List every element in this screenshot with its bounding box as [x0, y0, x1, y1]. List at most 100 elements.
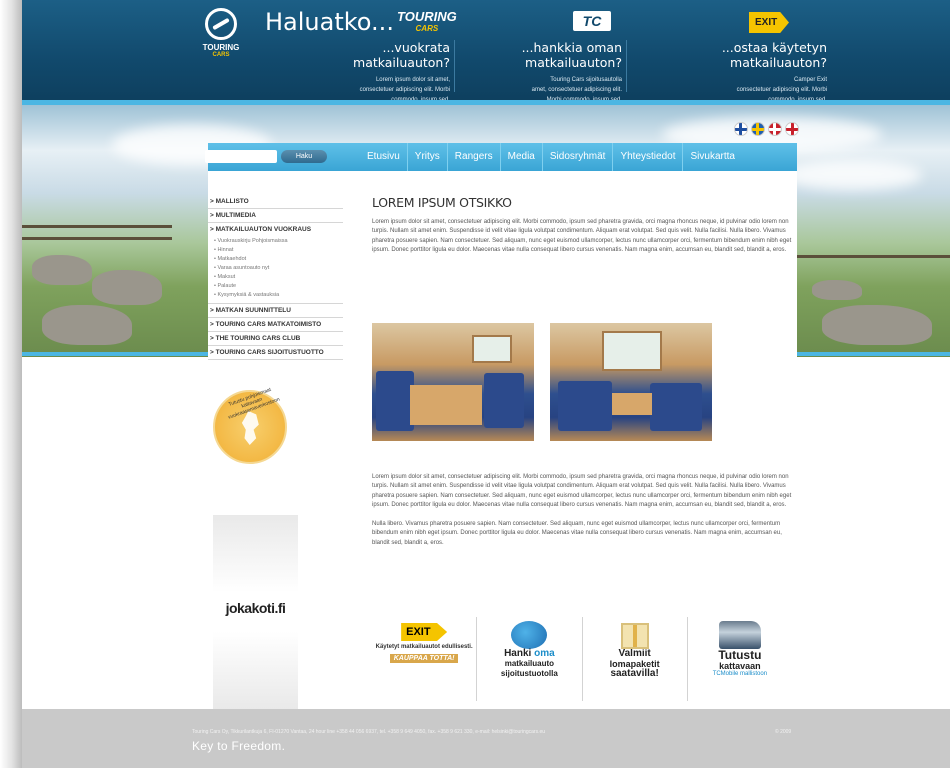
search-button[interactable]: Haku [281, 150, 327, 163]
nav-sivukartta[interactable]: Sivukartta [683, 143, 741, 171]
touring-cars-logo[interactable]: TOURING CARS [194, 8, 248, 60]
photo-gallery [372, 323, 712, 441]
promo-lineup[interactable]: Tutustu kattavaan TCMobile mallistoon [688, 617, 792, 701]
submenu-item[interactable]: • Varaa asuntoauto nyt [214, 264, 343, 273]
brand-small-sub: CARS [415, 24, 439, 33]
submenu-item[interactable]: • Vuokrauskirju Pohjoismaissa [214, 237, 343, 246]
footer: Touring Cars Oy, Tikkurilantkuja 6, FI-0… [22, 709, 950, 768]
promo-investment[interactable]: Hanki oma matkailuauto sijoitustuotolla [477, 617, 583, 701]
submenu-item[interactable]: • Hinnat [214, 246, 343, 255]
swedish-flag-icon[interactable] [751, 122, 765, 136]
promo-title-line: Tutustu [718, 648, 762, 662]
promo-title: Hanki oma [477, 649, 581, 659]
rock [822, 305, 932, 345]
promo-title-accent: oma [534, 648, 555, 659]
rent-column[interactable]: ...vuokrata matkailuauton? Lorem ipsum d… [282, 40, 450, 105]
promo-strip: EXIT Käytetyt matkailuautot edullisesti.… [372, 617, 792, 701]
rent-title: ...vuokrata matkailuauton? [353, 40, 450, 70]
nav-sidosryhmat[interactable]: Sidosryhmät [543, 143, 614, 171]
promo-title-line: Valmiit [618, 648, 651, 659]
sidebar-item-matkatoimisto[interactable]: > TOURING CARS MATKATOIMISTO [208, 318, 343, 332]
header-divider [626, 40, 627, 92]
brand-small-text: TOURING [397, 9, 457, 24]
promo-title-text: Hanki [504, 648, 532, 659]
footer-address: Touring Cars Oy, Tikkurilantkuja 6, FI-0… [192, 729, 546, 735]
photo-seat [650, 383, 702, 431]
fence [22, 237, 172, 240]
promo-packages[interactable]: Valmiit lomapaketit saatavilla! [583, 617, 688, 701]
buy-used-text-line: consectetuer adipiscing elit. Morbi [736, 87, 827, 93]
photo-seat [558, 381, 612, 431]
article-paragraph: Lorem ipsum dolor sit amet, consectetuer… [372, 474, 792, 508]
buy-used-title: ...ostaa käytetyn matkailuauton? [721, 40, 827, 70]
tc-mobile-logo[interactable]: TC [573, 11, 611, 31]
sidebar-item-vuokraus[interactable]: > MATKAILUAUTON VUOKRAUS [208, 223, 343, 236]
sidebar-item-multimedia[interactable]: > MULTIMEDIA [208, 209, 343, 223]
sidebar-item-sijoitustuotto[interactable]: > TOURING CARS SIJOITUSTUOTTO [208, 346, 343, 360]
sidebar-item-club[interactable]: > THE TOURING CARS CLUB [208, 332, 343, 346]
promo-title-line: saatavilla! [610, 668, 659, 679]
promo-title-line: matkailuauto [504, 659, 555, 668]
buy-new-title: ...hankkia oman matkailuauton? [521, 40, 622, 70]
article-paragraph: Lorem ipsum dolor sit amet, consectetuer… [372, 219, 792, 253]
interior-photo[interactable] [372, 323, 534, 441]
buy-new-text-line: amet, consectetuer adipiscing elit. [531, 87, 622, 93]
jokakoti-ad[interactable]: jokakoti.fi [213, 515, 298, 709]
finnish-flag-icon[interactable] [734, 122, 748, 136]
promo-camper-exit[interactable]: EXIT Käytetyt matkailuautot edullisesti.… [372, 617, 478, 701]
page-title: LOREM IPSUM OTSIKKO [372, 195, 512, 210]
headline: Haluatko... [265, 8, 394, 36]
norwegian-flag-icon[interactable] [768, 122, 782, 136]
promo-tag: KAUPPAA TOTTA! [390, 654, 459, 663]
buy-new-text-line: Touring Cars sijoitusautolla [550, 77, 622, 83]
buy-used-column[interactable]: ...ostaa käytetyn matkailuauton? Camper … [632, 40, 827, 105]
sidebar-item-mallisto[interactable]: > MALLISTO [208, 195, 343, 209]
nav-yhteystiedot[interactable]: Yhteystiedot [613, 143, 684, 171]
promo-sub: Käytetyt matkailuautot edullisesti. [375, 644, 473, 650]
footer-copyright: © 2009 [775, 729, 792, 735]
nav-etusivu[interactable]: Etusivu [360, 143, 408, 171]
photo-seat [376, 371, 414, 431]
nav-yritys[interactable]: Yritys [408, 143, 448, 171]
submenu-item[interactable]: • Kysymyksiä & vastauksia [214, 291, 343, 300]
search-input[interactable] [205, 150, 277, 163]
nav-rangers[interactable]: Rangers [448, 143, 501, 171]
cloud [782, 160, 922, 190]
submenu-item[interactable]: • Matkaehdot [214, 255, 343, 264]
sidebar-menu: > MALLISTO > MULTIMEDIA > MATKAILUAUTON … [208, 195, 343, 360]
page: TOURING CARS Haluatko... TOURING CARS TC… [22, 0, 950, 768]
main-navigation: Etusivu Yritys Rangers Media Sidosryhmät… [360, 143, 742, 171]
header: TOURING CARS Haluatko... TOURING CARS TC… [22, 0, 950, 105]
rock [32, 255, 92, 285]
photo-table [612, 393, 652, 415]
camper-exit-logo[interactable]: EXIT [749, 12, 789, 33]
rent-text-line: Lorem ipsum dolor sit amet, [375, 77, 450, 83]
buy-used-text-line: Camper Exit [793, 77, 827, 83]
english-flag-icon[interactable] [785, 122, 799, 136]
motorhome-icon [718, 621, 761, 649]
rock [812, 280, 862, 300]
promo-sub: sijoitustuotolla [500, 669, 558, 678]
language-flags [734, 122, 799, 136]
submenu-item[interactable]: • Maksut [214, 273, 343, 282]
submenu-item[interactable]: • Palaute [214, 282, 343, 291]
sidebar-item-suunnittelu[interactable]: > MATKAN SUUNNITTELU [208, 304, 343, 318]
rent-text-line: consectetuer adipiscing elit. Morbi [359, 87, 450, 93]
photo-seat [484, 373, 524, 428]
main-article: LOREM IPSUM OTSIKKO Lorem ipsum dolor si… [372, 195, 792, 546]
ad-text: jokakoti.fi [225, 600, 286, 616]
buy-new-column[interactable]: ...hankkia oman matkailuauton? Touring C… [452, 40, 622, 105]
fence [22, 225, 172, 228]
gift-box-icon [620, 623, 649, 649]
interior-photo[interactable] [550, 323, 712, 441]
content-panel: > MALLISTO > MULTIMEDIA > MATKAILUAUTON … [208, 171, 797, 709]
fence [797, 255, 950, 258]
article-continued: Lorem ipsum dolor sit amet, consectetuer… [372, 465, 792, 548]
photo-window [602, 331, 662, 371]
sidebar-submenu: • Vuokrauskirju Pohjoismaissa • Hinnat •… [208, 236, 343, 304]
rental-network-badge[interactable]: Tutustu pohjoismaat kattavaan vuokraasem… [213, 387, 287, 464]
nav-media[interactable]: Media [501, 143, 543, 171]
touring-cars-brand[interactable]: TOURING CARS [397, 9, 457, 35]
photo-window [472, 335, 512, 363]
rock [42, 305, 132, 345]
